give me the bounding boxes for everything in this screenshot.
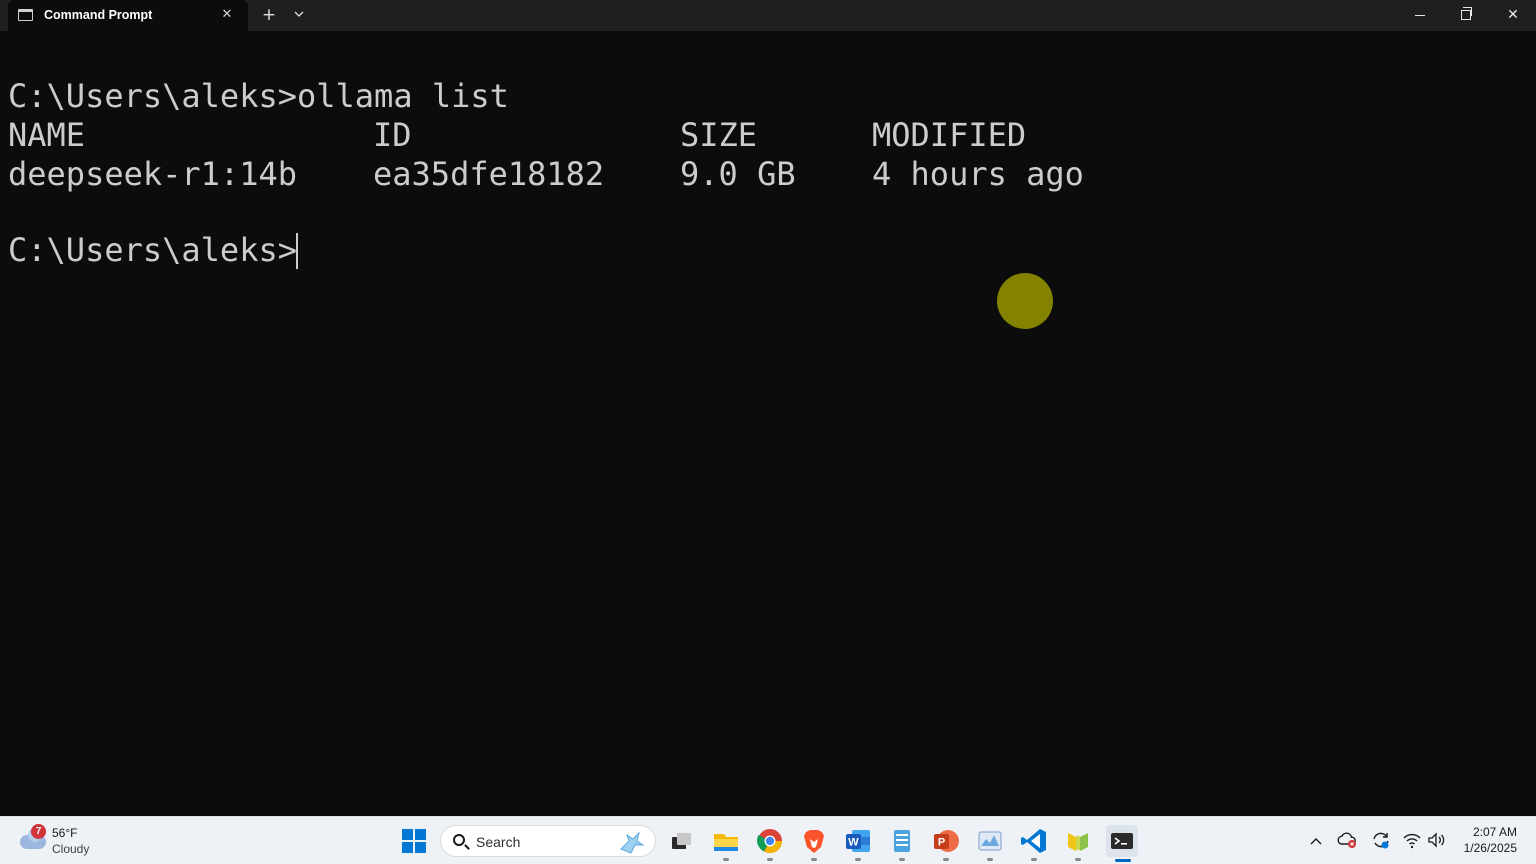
tab-dropdown-button[interactable] [289,4,309,26]
row-id: ea35dfe18182 [373,155,605,193]
command-line: C:\Users\aleks>ollama list [8,77,509,115]
taskbar: 7 56°F Cloudy Search W P 2:07 AM 1/26/20… [0,816,1536,864]
start-icon [402,829,413,840]
search-label: Search [476,834,521,850]
text-caret [296,233,298,269]
row-size: 9.0 GB [680,155,796,193]
cursor-highlight [997,273,1053,329]
vscode-button[interactable] [1018,825,1050,857]
sync-button[interactable] [1370,829,1392,851]
task-manager-button[interactable] [974,825,1006,857]
new-tab-button[interactable]: + [258,4,280,26]
volume-icon [1428,832,1445,848]
terminal-tab-icon [18,9,33,21]
notepad-button[interactable] [886,825,918,857]
header-id: ID [373,116,412,154]
title-bar: Command Prompt ✕ + ✕ [0,0,1536,31]
app-indicator [1075,858,1081,861]
clock-date[interactable]: 1/26/2025 [1450,841,1517,855]
chevron-down-icon [294,11,304,17]
header-size: SIZE [680,116,758,154]
start-icon-tile [415,829,426,840]
search-icon [453,834,465,846]
restore-button[interactable] [1443,0,1489,31]
search-highlight-icon [620,831,645,854]
prompt-line: C:\Users\aleks> [8,231,297,269]
chevron-up-icon [1310,838,1322,845]
task-manager-icon [978,831,1002,851]
start-icon-tile [402,842,413,853]
terminal-output[interactable]: C:\Users\aleks>ollama list NAME ID SIZE … [0,31,1536,816]
tab-close-button[interactable]: ✕ [216,5,238,25]
start-button[interactable] [398,825,430,857]
app-indicator [811,858,817,861]
svg-text:P: P [938,837,945,849]
svg-text:W: W [848,837,859,849]
wifi-icon [1403,833,1421,849]
start-icon-tile [415,842,426,853]
header-name: NAME [8,116,86,154]
close-window-button[interactable]: ✕ [1490,0,1536,31]
terminal-icon [1111,833,1133,849]
app-indicator [855,858,861,861]
row-name: deepseek-r1:14b [8,155,297,193]
active-app-indicator [1115,859,1131,862]
wifi-button[interactable] [1401,829,1423,851]
minimize-button[interactable] [1397,0,1443,31]
taskbar-search[interactable]: Search [440,825,656,857]
app-indicator [767,858,773,861]
weather-temperature: 56°F [52,826,78,840]
app-icon [1068,833,1088,851]
task-view-button[interactable] [666,825,698,857]
powerpoint-button[interactable]: P [930,825,962,857]
weather-badge: 7 [31,824,46,839]
weather-widget[interactable]: 7 56°F Cloudy [16,821,126,861]
sync-icon [1373,832,1389,849]
notepad-icon [894,830,910,852]
app-button[interactable] [1062,825,1094,857]
file-explorer-button[interactable] [710,825,742,857]
file-explorer-icon [714,834,738,851]
app-indicator [899,858,905,861]
scrollbar[interactable] [1530,31,1536,816]
row-modified: 4 hours ago [872,155,1084,193]
minimize-icon [1415,14,1425,16]
weather-condition: Cloudy [52,842,90,856]
tab-command-prompt[interactable]: Command Prompt ✕ [8,0,248,31]
tab-title: Command Prompt [44,8,153,22]
cloud-error-icon [1337,832,1356,848]
header-modified: MODIFIED [872,116,1027,154]
restore-icon [1461,7,1472,20]
onedrive-button[interactable] [1337,829,1359,851]
brave-icon [804,830,824,853]
powerpoint-icon: P [934,830,959,852]
app-indicator [1031,858,1037,861]
chrome-button[interactable] [754,825,786,857]
brave-button[interactable] [798,825,830,857]
vscode-icon [1021,829,1046,853]
chrome-icon [757,829,782,854]
app-indicator [987,858,993,861]
app-indicator [723,858,729,861]
clock-time[interactable]: 2:07 AM [1450,825,1517,839]
tray-overflow-button[interactable] [1305,829,1327,851]
app-indicator [943,858,949,861]
word-icon: W [846,830,870,852]
task-view-icon [672,833,691,849]
terminal-button[interactable] [1106,825,1138,857]
volume-button[interactable] [1425,829,1447,851]
word-button[interactable]: W [842,825,874,857]
